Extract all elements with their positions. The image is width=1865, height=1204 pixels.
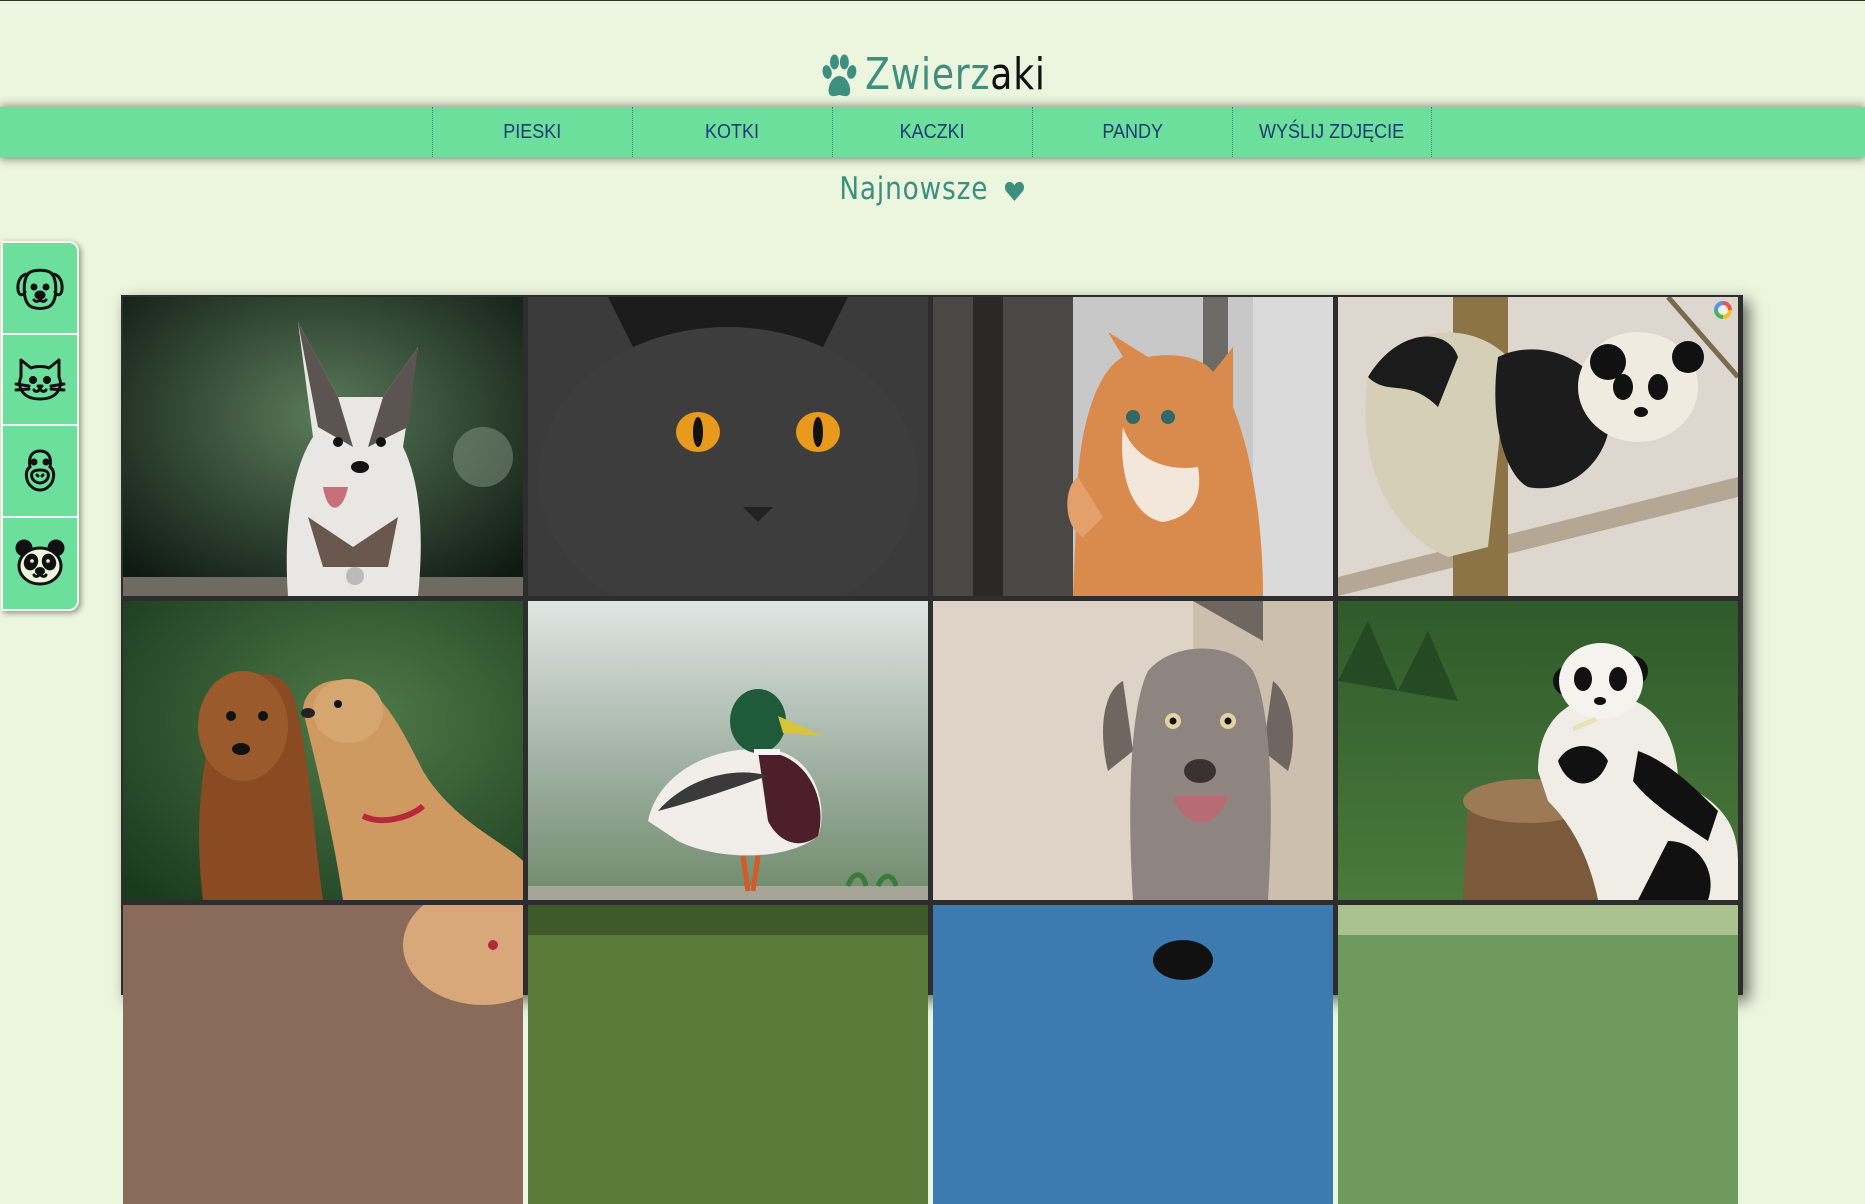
gallery-photo-row3-1[interactable] — [123, 905, 523, 1204]
nav-item-kotki[interactable]: KOTKI — [632, 107, 832, 157]
gallery-photo-corgi[interactable] — [123, 297, 523, 596]
sidebar-item-ducks[interactable] — [3, 426, 77, 518]
panda-stump-photo — [1338, 601, 1738, 900]
gallery-photo-mallard-duck[interactable] — [528, 601, 928, 900]
logo-text-part2: aki — [990, 49, 1046, 100]
ginger-kitten-photo — [933, 297, 1333, 596]
gallery-photo-row3-3[interactable] — [933, 905, 1333, 1204]
heart-icon — [1005, 181, 1025, 201]
greenery-partial-photo — [1338, 905, 1738, 1204]
sidebar-item-cats[interactable] — [3, 335, 77, 426]
nav-item-label: KOTKI — [705, 121, 760, 143]
sidebar-item-dogs[interactable] — [3, 243, 77, 335]
sidebar-item-pandas[interactable] — [3, 518, 77, 610]
weimaraner-photo — [933, 601, 1333, 900]
gallery-photo-ginger-kitten[interactable] — [933, 297, 1333, 596]
gallery-photo-row3-4[interactable] — [1338, 905, 1738, 1204]
nav-item-label: PIESKI — [503, 121, 562, 143]
site-logo[interactable]: Zwierzaki — [168, 49, 1697, 101]
photo-gallery — [121, 295, 1743, 1204]
nav-item-label: KACZKI — [899, 121, 966, 143]
image-search-icon[interactable] — [1714, 301, 1732, 319]
blue-water-partial-photo — [933, 905, 1333, 1204]
nav-item-label: PANDY — [1102, 121, 1163, 143]
gallery-photo-weimaraner[interactable] — [933, 601, 1333, 900]
nav-item-kaczki[interactable]: KACZKI — [832, 107, 1032, 157]
nav-item-pandy[interactable]: PANDY — [1032, 107, 1232, 157]
category-sidebar — [1, 241, 79, 611]
nav-item-send-photo[interactable]: WYŚLIJ ZDJĘCIE — [1232, 107, 1432, 157]
gallery-photo-black-cat[interactable] — [528, 297, 928, 596]
gallery-photo-row3-2[interactable] — [528, 905, 928, 1204]
gallery-photo-panda-tree[interactable] — [1338, 297, 1738, 596]
nav-item-pieski[interactable]: PIESKI — [432, 107, 632, 157]
panda-tree-photo — [1338, 297, 1738, 596]
nav-item-label: WYŚLIJ ZDJĘCIE — [1259, 121, 1405, 143]
panda-face-icon — [15, 539, 65, 586]
mallard-duck-photo — [528, 601, 928, 900]
black-cat-photo — [528, 297, 928, 596]
section-title: Najnowsze — [0, 171, 1865, 207]
corgi-photo — [123, 297, 523, 596]
golden-retrievers-photo — [123, 601, 523, 900]
section-title-text: Najnowsze — [839, 171, 989, 207]
dog-face-icon — [16, 268, 64, 310]
cat-face-icon — [14, 358, 66, 401]
gallery-photo-golden-retrievers[interactable] — [123, 601, 523, 900]
logo-text-part1: Zwierz — [865, 49, 991, 100]
green-field-partial-photo — [528, 905, 928, 1204]
main-navbar: PIESKI KOTKI KACZKI PANDY WYŚLIJ ZDJĘCIE — [0, 107, 1865, 157]
nav-list: PIESKI KOTKI KACZKI PANDY WYŚLIJ ZDJĘCIE — [432, 107, 1432, 157]
gallery-photo-panda-stump[interactable] — [1338, 601, 1738, 900]
duck-face-icon — [24, 449, 56, 492]
paw-icon — [822, 54, 857, 97]
golden-dog-partial-photo — [123, 905, 523, 1204]
